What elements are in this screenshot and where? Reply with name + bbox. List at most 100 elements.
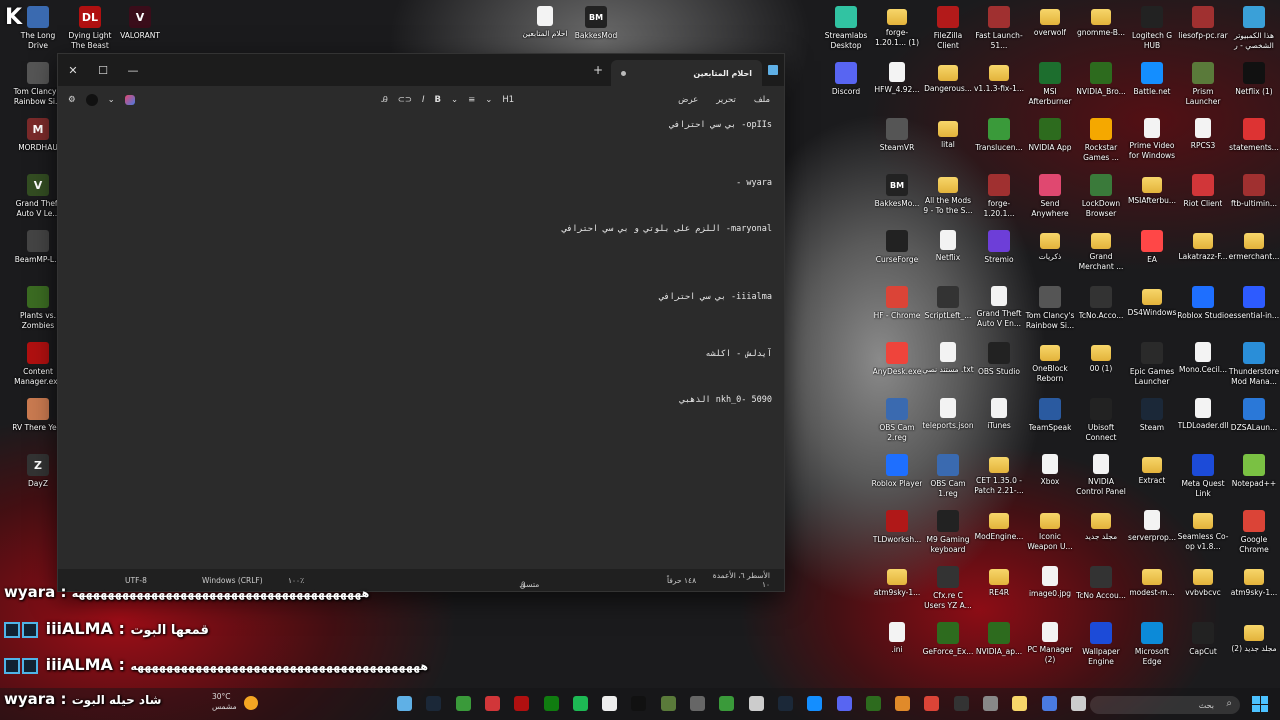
desktop-icon-statements[interactable]: statements... (1228, 112, 1280, 153)
desktop-icon-obs-cam-1-reg[interactable]: OBS Cam 1.reg (922, 448, 974, 499)
taskbar-app-icon[interactable] (543, 696, 559, 711)
desktop-icon-serverprop[interactable]: serverprop... (1126, 504, 1178, 543)
menu-edit[interactable]: تحرير (712, 95, 740, 105)
desktop-icon-tldworksh[interactable]: TLDworksh... (871, 504, 923, 545)
desktop-icon-iconic-weapon-u[interactable]: Iconic Weapon U... (1024, 504, 1076, 552)
desktop-icon-tom-clancy-s-rainbow-si[interactable]: Tom Clancy's Rainbow Si... (1024, 280, 1076, 331)
desktop-icon-ftb-ultimin[interactable]: ftb-ultimin... (1228, 168, 1280, 209)
chevron-down-icon[interactable]: ⌄ (108, 95, 115, 105)
taskbar-app-icon[interactable] (777, 696, 793, 711)
desktop-icon-ds4windows[interactable]: DS4Windows (1126, 280, 1178, 318)
desktop-icon-steamvr[interactable]: SteamVR (871, 112, 923, 153)
desktop-icon-valorant[interactable]: V VALORANT (114, 0, 166, 41)
desktop-icon-forge-1-20-1-1[interactable]: forge-1.20.1... (1) (871, 0, 923, 48)
desktop-icon-curseforge[interactable]: CurseForge (871, 224, 923, 265)
desktop-icon-streamlabs-desktop[interactable]: Streamlabs Desktop (820, 0, 872, 51)
desktop-icon-hfw-4-92[interactable]: HFW_4.92... (871, 56, 923, 95)
maximize-button[interactable]: ☐ (88, 54, 118, 86)
desktop-icon-grand-merchant[interactable]: Grand Merchant ... (1075, 224, 1127, 272)
desktop-icon-tcno-accou[interactable]: TcNo Accou... (1075, 560, 1127, 601)
desktop-icon-atm9sky-1[interactable]: atm9sky-1... (871, 560, 923, 598)
desktop-icon-extract[interactable]: Extract (1126, 448, 1178, 486)
desktop-icon-prime-video-for-windows[interactable]: Prime Video for Windows (1126, 112, 1178, 161)
desktop-icon-seamless-co-op-v1-8[interactable]: Seamless Co-op v1.8... (1177, 504, 1229, 552)
desktop-icon-lakatrazz-f[interactable]: Lakatrazz-F... (1177, 224, 1229, 262)
taskbar-app-icon[interactable] (572, 696, 588, 711)
desktop-icon-roblox-player[interactable]: Roblox Player (871, 448, 923, 489)
taskbar-app-icon[interactable] (895, 696, 911, 711)
desktop-icon-google-chrome[interactable]: Google Chrome (1228, 504, 1280, 555)
desktop-icon-bakkesmod[interactable]: BM BakkesMod (570, 0, 622, 41)
taskbar-app-icon[interactable] (631, 696, 647, 711)
desktop-icon-modengine[interactable]: ModEngine... (973, 504, 1025, 542)
desktop-icon-dying-light-the-beast[interactable]: DL Dying Light The Beast (64, 0, 116, 51)
account-avatar[interactable] (85, 94, 98, 106)
desktop-icon-netflix-1[interactable]: Netflix (1) (1228, 56, 1280, 97)
copilot-icon[interactable] (124, 95, 135, 105)
taskbar-app-icon[interactable] (397, 696, 412, 711)
desktop-icon-fast-launch-51[interactable]: Fast Launch-51... (973, 0, 1025, 51)
desktop-icon-overwolf[interactable]: overwolf (1024, 0, 1076, 38)
chevron-down-icon[interactable]: ⌄ (451, 95, 458, 105)
taskbar-app-icon[interactable] (807, 696, 823, 711)
desktop-icon-nvidia-ap[interactable]: NVIDIA_ap... (973, 616, 1025, 657)
desktop-icon-tldloader-dll[interactable]: TLDLoader.dll (1177, 392, 1229, 431)
taskbar-app-icon[interactable] (953, 696, 969, 711)
desktop-icon-microsoft-edge[interactable]: Microsoft Edge (1126, 616, 1178, 667)
desktop-icon-the-long-drive[interactable]: The Long Drive (12, 0, 64, 51)
taskbar-app-icon[interactable] (865, 696, 881, 711)
desktop-icon-txt[interactable]: مستند نصي .txt (922, 336, 974, 375)
desktop-icon-lital[interactable]: lital (922, 112, 974, 150)
desktop-icon-notepad[interactable]: Notepad++ (1228, 448, 1280, 489)
weather-widget[interactable]: 30°C مشمس (212, 692, 237, 712)
desktop-icon-wallpaper-engine[interactable]: Wallpaper Engine (1075, 616, 1127, 667)
desktop-icon-ermerchant[interactable]: ermerchant... (1228, 224, 1280, 262)
taskbar-app-icon[interactable] (660, 696, 676, 711)
taskbar-app-icon[interactable] (836, 696, 852, 711)
desktop-icon-scriptleft[interactable]: ScriptLeft_... (922, 280, 974, 321)
desktop-icon-ubisoft-connect[interactable]: Ubisoft Connect (1075, 392, 1127, 443)
desktop-icon-bakkesmo[interactable]: BM BakkesMo... (871, 168, 923, 209)
link-icon[interactable]: ⊂⊃ (398, 95, 412, 105)
menu-file[interactable]: ملف (750, 95, 774, 105)
desktop-icon-obs-cam-2-reg[interactable]: OBS Cam 2.reg (871, 392, 923, 443)
italic-button[interactable]: I (422, 95, 425, 105)
desktop-icon-thunderstore-mod-mana[interactable]: Thunderstore Mod Mana... (1228, 336, 1280, 387)
taskbar-app-icon[interactable] (1012, 696, 1028, 711)
desktop-icon-item[interactable]: ذكريات (1024, 224, 1076, 262)
desktop-icon-stremio[interactable]: Stremio (973, 224, 1025, 265)
desktop-icon-nvidia-app[interactable]: NVIDIA App (1024, 112, 1076, 153)
desktop-icon-item[interactable]: مجلد جديد (1075, 504, 1127, 542)
desktop-icon-rpcs3[interactable]: RPCS3 (1177, 112, 1229, 151)
taskbar-app-icon[interactable] (514, 696, 530, 711)
desktop-icon-item[interactable]: هذا الكمبيوتر الشخصي - ر (1228, 0, 1280, 51)
desktop-icon-hf-chrome[interactable]: HF - Chrome (871, 280, 923, 321)
desktop-icon-riot-client[interactable]: Riot Client (1177, 168, 1229, 209)
desktop-icon-teleports-json[interactable]: teleports.json (922, 392, 974, 431)
desktop-icon-send-anywhere[interactable]: Send Anywhere (1024, 168, 1076, 219)
taskbar-app-icon[interactable] (426, 696, 442, 711)
desktop-icon-capcut[interactable]: CapCut (1177, 616, 1229, 657)
minimize-button[interactable]: — (118, 54, 148, 86)
desktop-icon-item[interactable]: احلام المتابعين (519, 0, 571, 39)
desktop-icon-ini[interactable]: .ini (871, 616, 923, 655)
spellcheck-icon[interactable]: Ꭿ (382, 95, 388, 105)
desktop-icon-2[interactable]: مجلد جديد (2) (1228, 616, 1280, 654)
desktop-icon-mono-cecil[interactable]: Mono.Cecil... (1177, 336, 1229, 375)
taskbar-app-icon[interactable] (690, 696, 705, 711)
menu-view[interactable]: عرض (674, 95, 702, 105)
desktop-icon-forge-1-20-1-1-jar[interactable]: forge-1.20.1... (1).jar (973, 168, 1025, 219)
desktop-icon-re4r[interactable]: RE4R (973, 560, 1025, 598)
desktop-icon-filezilla-client[interactable]: FileZilla Client (922, 0, 974, 51)
chevron-down-icon[interactable]: ⌄ (485, 95, 492, 105)
start-button[interactable] (1252, 696, 1268, 712)
new-tab-button[interactable]: + (585, 63, 611, 77)
desktop-icon-lockdown-browser[interactable]: LockDown Browser (1075, 168, 1127, 219)
desktop-icon-liesofp-pc-rar[interactable]: liesofp-pc.rar (1177, 0, 1229, 41)
desktop-icon-cet-1-35-0-patch-2-21[interactable]: CET 1.35.0 - Patch 2.21-... (973, 448, 1025, 496)
desktop-icon-anydesk-exe[interactable]: AnyDesk.exe (871, 336, 923, 377)
desktop-icon-rockstar-games[interactable]: Rockstar Games ... (1075, 112, 1127, 163)
desktop-icon-obs-studio[interactable]: OBS Studio (973, 336, 1025, 377)
desktop-icon-nvidia-bro[interactable]: NVIDIA_Bro... (1075, 56, 1127, 97)
desktop-icon-battle-net[interactable]: Battle.net (1126, 56, 1178, 97)
